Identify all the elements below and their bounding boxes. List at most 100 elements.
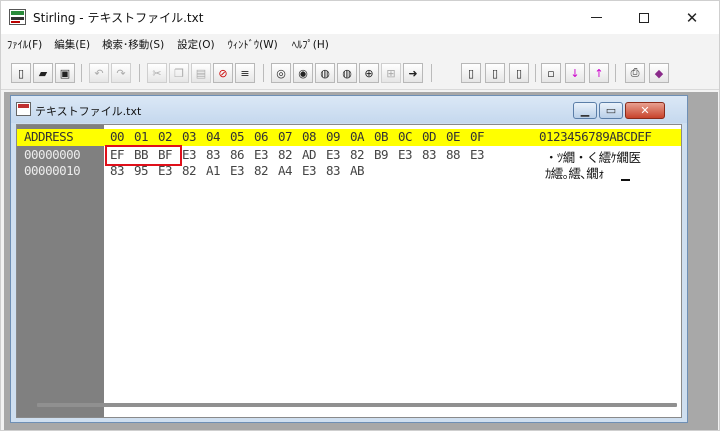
column-header: 03 xyxy=(182,129,197,144)
toolbar-separator xyxy=(263,64,264,82)
mdi-area: テキストファイル.txt ▁ ▭ ✕ ADDRESS 00 01 02 03 0… xyxy=(4,92,718,430)
column-header: 08 xyxy=(302,129,317,144)
column-header: 0B xyxy=(374,129,389,144)
row-address: 00000010 xyxy=(24,163,81,178)
column-header: 00 xyxy=(110,129,125,144)
bom-highlight-box xyxy=(105,145,182,166)
close-icon: ✕ xyxy=(640,104,650,117)
column-header: 05 xyxy=(230,129,245,144)
new-icon[interactable]: ▯ xyxy=(11,63,31,83)
toolbar-separator xyxy=(81,64,82,82)
cut-icon[interactable]: ✂ xyxy=(147,63,167,83)
jump-icon[interactable]: ➜ xyxy=(403,63,423,83)
app-window: Stirling - テキストファイル.txt ✕ ﾌｧｲﾙ(F) 編集(E) … xyxy=(0,0,720,431)
window-title: Stirling - テキストファイル.txt xyxy=(33,11,204,25)
row-text[interactable]: ｶ繧｡繧､繝ｫ xyxy=(545,163,605,182)
byte-cell[interactable]: 86 xyxy=(230,147,245,162)
byte-cell[interactable]: 82 xyxy=(350,147,365,162)
byte-cell[interactable]: 83 xyxy=(326,163,341,178)
byte-cell[interactable]: AB xyxy=(350,163,365,178)
find-next-icon[interactable]: ◍ xyxy=(315,63,335,83)
byte-cell[interactable]: E3 xyxy=(302,163,317,178)
minimize-icon: ▁ xyxy=(580,104,590,117)
hex-header-row: ADDRESS 00 01 02 03 04 05 06 07 08 09 0A… xyxy=(17,129,681,146)
minimize-button[interactable] xyxy=(573,1,619,34)
minimize-icon xyxy=(590,17,602,18)
copy-icon[interactable]: ❐ xyxy=(169,63,189,83)
menu-edit[interactable]: 編集(E) xyxy=(54,34,90,54)
stirling-app-icon xyxy=(9,9,26,25)
hex-editor[interactable]: ADDRESS 00 01 02 03 04 05 06 07 08 09 0A… xyxy=(16,124,682,418)
byte-cell[interactable]: AD xyxy=(302,147,317,162)
document-minimize-button[interactable]: ▁ xyxy=(573,102,597,119)
byte-cell[interactable]: E3 xyxy=(470,147,485,162)
title-bar: Stirling - テキストファイル.txt ✕ xyxy=(1,1,719,34)
column-header: 06 xyxy=(254,129,269,144)
print-icon[interactable]: ⎙ xyxy=(625,63,645,83)
menu-search-move[interactable]: 検索･移動(S) xyxy=(102,34,164,54)
insert-icon[interactable]: ≡ xyxy=(235,63,255,83)
maximize-button[interactable] xyxy=(621,1,667,34)
byte-cell[interactable]: 88 xyxy=(446,147,461,162)
block-select-icon[interactable]: ▯ xyxy=(509,63,529,83)
menu-help[interactable]: ﾍﾙﾌﾟ(H) xyxy=(292,34,329,54)
menu-settings[interactable]: 設定(O) xyxy=(177,34,214,54)
byte-cell[interactable]: A1 xyxy=(206,163,221,178)
document-close-button[interactable]: ✕ xyxy=(625,102,665,119)
column-header: 07 xyxy=(278,129,293,144)
text-cursor xyxy=(621,179,630,181)
mode-icon[interactable]: ▫ xyxy=(541,63,561,83)
maximize-icon xyxy=(639,12,649,23)
find-prev-icon[interactable]: ◉ xyxy=(293,63,313,83)
column-header: 0D xyxy=(422,129,437,144)
column-header: 0E xyxy=(446,129,461,144)
horizontal-scrollbar[interactable] xyxy=(37,403,677,407)
column-header: 0F xyxy=(470,129,485,144)
toolbar-separator xyxy=(139,64,140,82)
byte-cell[interactable]: E3 xyxy=(182,147,197,162)
byte-cell[interactable]: E3 xyxy=(254,147,269,162)
column-header: 01 xyxy=(134,129,149,144)
byte-cell[interactable]: E3 xyxy=(230,163,245,178)
byte-cell[interactable]: A4 xyxy=(278,163,293,178)
move-down-icon[interactable]: ↓ xyxy=(565,63,585,83)
block-start-icon[interactable]: ▯ xyxy=(461,63,481,83)
menu-window[interactable]: ｳｨﾝﾄﾞｳ(W) xyxy=(228,34,278,54)
byte-cell[interactable]: E3 xyxy=(326,147,341,162)
document-icon xyxy=(16,102,31,116)
document-title: テキストファイル.txt xyxy=(35,105,142,118)
replace-all-icon[interactable]: ⊞ xyxy=(381,63,401,83)
find-next-2-icon[interactable]: ◍ xyxy=(337,63,357,83)
byte-cell[interactable]: B9 xyxy=(374,147,389,162)
redo-icon[interactable]: ↷ xyxy=(111,63,131,83)
paste-icon[interactable]: ▤ xyxy=(191,63,211,83)
open-icon[interactable]: ▰ xyxy=(33,63,53,83)
undo-icon[interactable]: ↶ xyxy=(89,63,109,83)
byte-cell[interactable]: 82 xyxy=(254,163,269,178)
help-icon[interactable]: ◆ xyxy=(649,63,669,83)
byte-cell[interactable]: E3 xyxy=(398,147,413,162)
close-button[interactable]: ✕ xyxy=(669,1,715,34)
menu-bar: ﾌｧｲﾙ(F) 編集(E) 検索･移動(S) 設定(O) ｳｨﾝﾄﾞｳ(W) ﾍ… xyxy=(1,34,719,54)
menu-file[interactable]: ﾌｧｲﾙ(F) xyxy=(7,34,42,54)
column-header: 0C xyxy=(398,129,413,144)
block-end-icon[interactable]: ▯ xyxy=(485,63,505,83)
delete-icon[interactable]: ⊘ xyxy=(213,63,233,83)
row-address: 00000000 xyxy=(24,147,81,162)
find-icon[interactable]: ◎ xyxy=(271,63,291,83)
move-up-icon[interactable]: ↑ xyxy=(589,63,609,83)
column-header: 0A xyxy=(350,129,365,144)
column-header: 02 xyxy=(158,129,173,144)
byte-cell[interactable]: 83 xyxy=(422,147,437,162)
byte-cell[interactable]: 82 xyxy=(278,147,293,162)
close-icon: ✕ xyxy=(685,8,699,27)
document-maximize-button[interactable]: ▭ xyxy=(599,102,623,119)
document-window: テキストファイル.txt ▁ ▭ ✕ ADDRESS 00 01 02 03 0… xyxy=(10,95,688,423)
column-header: 04 xyxy=(206,129,221,144)
toolbar: ▯ ▰ ▣ ↶ ↷ ✂ ❐ ▤ ⊘ ≡ ◎ ◉ ◍ ◍ ⊕ ⊞ ➜ ▯ ▯ ▯ … xyxy=(1,56,719,90)
byte-cell[interactable]: 82 xyxy=(182,163,197,178)
maximize-icon: ▭ xyxy=(605,104,617,117)
byte-cell[interactable]: 83 xyxy=(206,147,221,162)
save-icon[interactable]: ▣ xyxy=(55,63,75,83)
replace-icon[interactable]: ⊕ xyxy=(359,63,379,83)
